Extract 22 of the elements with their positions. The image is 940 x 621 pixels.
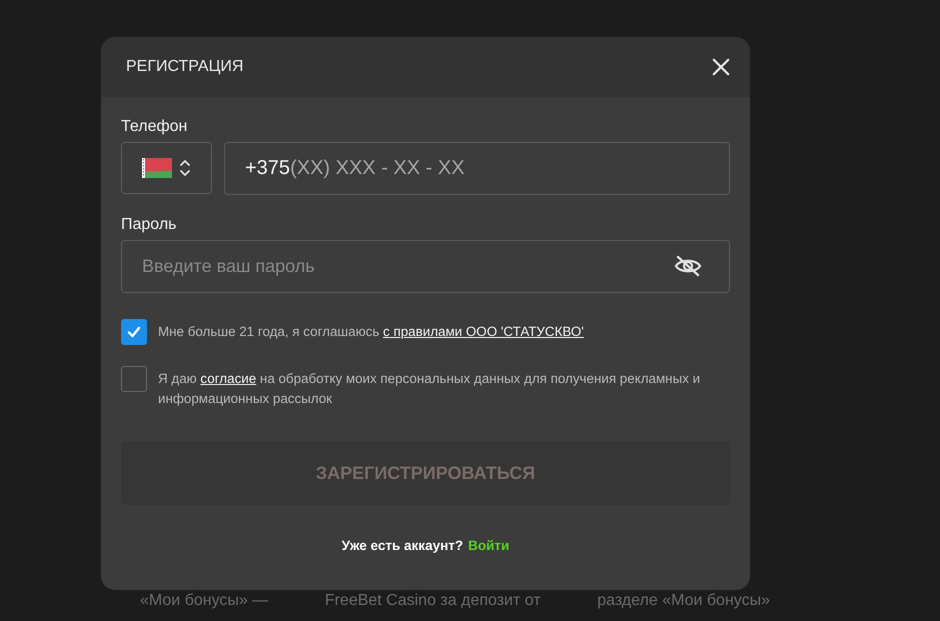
chevron-up-down-icon xyxy=(179,158,191,178)
close-icon[interactable] xyxy=(712,58,730,76)
dialog-title: РЕГИСТРАЦИЯ xyxy=(126,58,244,76)
background-text: FreeBet Casino за депозит от xyxy=(324,592,541,610)
have-account-text: Уже есть аккаунт? xyxy=(342,538,464,553)
terms-link[interactable]: с правилами ООО 'СТАТУСКВО' xyxy=(383,324,584,339)
agreement-text: Я даю согласие на обработку моих персональных данных для получения рекламных и информационных рассылок xyxy=(158,370,702,408)
phone-label: Телефон xyxy=(121,118,188,136)
password-label: Пароль xyxy=(121,216,177,234)
country-select[interactable] xyxy=(121,142,212,194)
checkbox[interactable] xyxy=(121,366,147,392)
background-text: «Мои бонусы» — xyxy=(140,592,268,610)
login-link[interactable]: Войти xyxy=(468,538,510,553)
checkmark-icon xyxy=(126,324,142,340)
terms-link[interactable]: согласие xyxy=(200,371,256,386)
password-field[interactable]: Введите ваш пароль xyxy=(121,240,730,293)
checkbox[interactable] xyxy=(121,319,147,345)
phone-input[interactable]: +375(XX) XXX - XX - XX xyxy=(224,142,730,195)
background-text: разделе «Мои бонусы» xyxy=(597,592,770,610)
flag-icon xyxy=(142,158,172,178)
agreement-text: Мне больше 21 года, я соглашаюсь с правилами ООО 'СТАТУСКВО' xyxy=(158,323,584,341)
eye-slash-icon[interactable] xyxy=(674,255,702,277)
